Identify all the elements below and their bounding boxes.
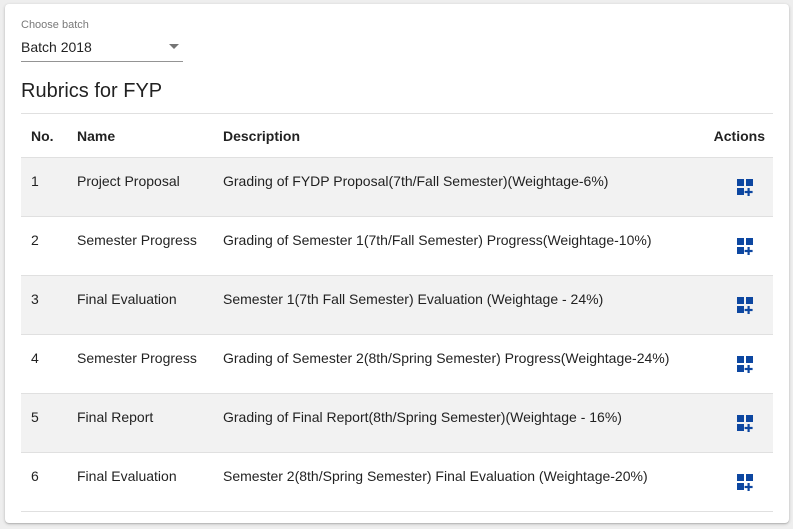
rubrics-card: Choose batch Batch 2018 Rubrics for FYP … [5,4,789,523]
header-description: Description [223,113,693,158]
row-number: 3 [31,291,39,307]
row-number: 2 [31,232,39,248]
row-number: 1 [31,173,39,189]
row-number: 5 [31,409,39,425]
add-to-grid-icon[interactable] [737,238,755,256]
row-number: 6 [31,468,39,484]
rubrics-table: No. Name Description Actions 1 Project P… [21,113,773,512]
row-description: Grading of FYDP Proposal(7th/Fall Semest… [223,173,609,189]
row-name: Final Report [77,409,154,425]
add-to-grid-icon[interactable] [737,415,755,433]
batch-selector: Choose batch Batch 2018 [21,18,183,62]
row-description: Semester 2(8th/Spring Semester) Final Ev… [223,468,648,484]
table-header-row: No. Name Description Actions [21,113,773,158]
row-name: Semester Progress [77,350,197,366]
table-row: 2 Semester Progress Grading of Semester … [21,216,773,276]
add-to-grid-icon[interactable] [737,356,755,374]
table-row: 5 Final Report Grading of Final Report(8… [21,393,773,453]
table-row: 4 Semester Progress Grading of Semester … [21,334,773,394]
row-number: 4 [31,350,39,366]
header-name: Name [77,113,223,158]
row-description: Grading of Semester 1(7th/Fall Semester)… [223,232,652,248]
row-description: Grading of Final Report(8th/Spring Semes… [223,409,622,425]
row-name: Project Proposal [77,173,180,189]
add-to-grid-icon[interactable] [737,297,755,315]
page-title: Rubrics for FYP [21,80,163,102]
header-no: No. [21,113,77,158]
row-name: Final Evaluation [77,468,177,484]
batch-select-label: Choose batch [21,19,89,31]
table-row: 1 Project Proposal Grading of FYDP Propo… [21,157,773,217]
batch-select[interactable]: Batch 2018 [21,36,183,62]
row-name: Final Evaluation [77,291,177,307]
add-to-grid-icon[interactable] [737,474,755,492]
add-to-grid-icon[interactable] [737,179,755,197]
dropdown-arrow-icon [169,44,179,49]
row-description: Grading of Semester 2(8th/Spring Semeste… [223,350,670,366]
table-row: 6 Final Evaluation Semester 2(8th/Spring… [21,452,773,512]
header-actions: Actions [693,113,773,158]
batch-select-value: Batch 2018 [21,39,92,55]
row-description: Semester 1(7th Fall Semester) Evaluation… [223,291,604,307]
table-row: 3 Final Evaluation Semester 1(7th Fall S… [21,275,773,335]
row-name: Semester Progress [77,232,197,248]
